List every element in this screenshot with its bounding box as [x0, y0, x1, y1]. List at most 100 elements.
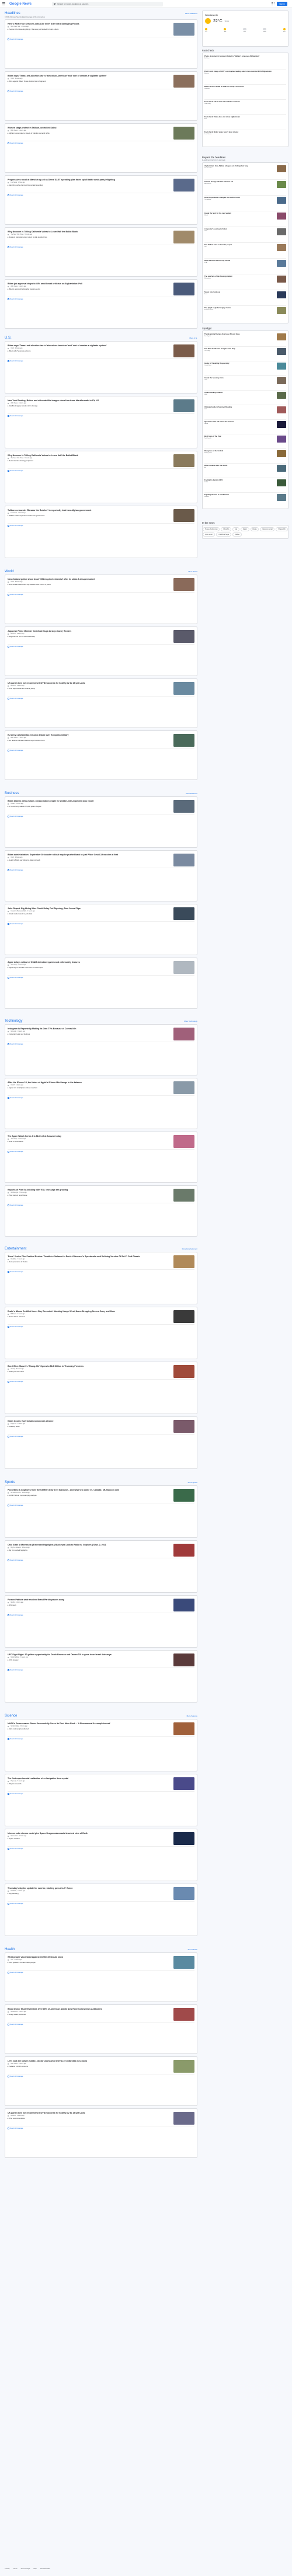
story-headline[interactable]: Biden says 'Texas' anti-abortion law is …: [8, 344, 171, 347]
story-source[interactable]: ABC News · 3 hours ago: [11, 402, 26, 404]
story-thumbnail[interactable]: [173, 734, 194, 747]
story-related[interactable]: ▸ Manchin pushes back on Democratic spen…: [8, 185, 171, 187]
full-coverage-link[interactable]: View Full Coverage: [8, 2024, 194, 2025]
section-note[interactable]: COVID-19 news: See the latest coverage o…: [5, 16, 197, 18]
story-headline[interactable]: Blood Donor Study Estimates Over 80% of …: [8, 2008, 171, 2010]
story-headline[interactable]: UK panel does not recommend COVID vaccin…: [8, 2112, 171, 2114]
story-thumbnail[interactable]: [173, 1081, 194, 1094]
full-coverage-link[interactable]: View Full Coverage: [8, 1903, 194, 1905]
story-headline[interactable]: Box Office: Marvel's 'Shang-Chi' Opens t…: [8, 1365, 171, 1367]
sidebar-story-headline[interactable]: The Pixel 6 will have Google's own chip: [204, 347, 275, 350]
full-coverage-link[interactable]: View Full Coverage: [8, 923, 194, 925]
full-coverage-link[interactable]: View Full Coverage: [8, 1669, 194, 1671]
section-more-link[interactable]: More U.S.: [189, 337, 197, 339]
story-source[interactable]: CNN · 2 hours ago: [11, 78, 22, 79]
section-title[interactable]: Business: [5, 792, 19, 795]
story-related[interactable]: ▸ Newsom campaign urges voters to skip q…: [8, 236, 171, 239]
footer-link[interactable]: Terms: [13, 2568, 18, 2570]
full-coverage-link[interactable]: View Full Coverage: [8, 869, 194, 871]
sidebar-story-thumbnail[interactable]: [277, 228, 286, 235]
story-headline[interactable]: Thursday's skyline update for sunrise, s…: [8, 1887, 171, 1889]
sidebar-story[interactable]: Space race heats up Axios: [204, 290, 286, 306]
story-related[interactable]: ▸ Biden's approval falling after August …: [8, 288, 171, 291]
story-related[interactable]: ▸ Dune premieres in Venice: [8, 1261, 171, 1263]
story-related[interactable]: ▸ U.S. economy added 235,000 jobs in Aug…: [8, 806, 171, 808]
story-thumbnail[interactable]: [173, 1956, 194, 1969]
story-thumbnail[interactable]: [173, 2060, 194, 2073]
sidebar-story-thumbnail[interactable]: [277, 421, 286, 428]
sidebar-story-thumbnail[interactable]: [277, 450, 286, 457]
story-source[interactable]: Fox News · 4 hours ago: [11, 512, 25, 514]
story-source[interactable]: Page Six · 6 hours ago: [11, 1423, 25, 1425]
story-thumbnail[interactable]: [173, 578, 194, 591]
sidebar-story-thumbnail[interactable]: [277, 276, 286, 283]
sidebar-story[interactable]: Inside the hunt for the next variant Wire…: [204, 211, 286, 227]
story-thumbnail[interactable]: [173, 961, 194, 974]
story[interactable]: What people vaccinated against COVID-19 …: [8, 1955, 194, 1971]
story-headline[interactable]: New York Routing, Before and after satel…: [8, 399, 171, 402]
full-coverage-link[interactable]: View Full Coverage: [8, 90, 194, 92]
sidebar-story-headline[interactable]: Guide to Travelling Responsibly: [204, 362, 275, 364]
story-headline[interactable]: The Apple Watch Series 3 is $140 off at …: [8, 1135, 171, 1137]
story[interactable]: After the iPhone 13, the future of Apple…: [8, 1080, 194, 1096]
story-headline[interactable]: Kalen Coons: Kurt Cobain announces divor…: [8, 1420, 171, 1422]
story-source[interactable]: The Verge · 5 hours ago: [11, 964, 26, 966]
full-coverage-link[interactable]: View Full Coverage: [8, 415, 194, 417]
sidebar-story-headline[interactable]: A reporter's journey to Kabul: [204, 228, 275, 230]
story-thumbnail[interactable]: [173, 854, 194, 866]
story-related[interactable]: ▸ Biden calls Texas law extreme: [8, 350, 171, 353]
full-coverage-link[interactable]: View Full Coverage: [8, 39, 194, 40]
story[interactable]: New York Routing, Before and after satel…: [8, 398, 194, 414]
sidebar-story[interactable]: The plight of global supply chains Financ…: [204, 306, 286, 322]
story[interactable]: EU army: Afghanistan mission debate over…: [8, 733, 194, 749]
story[interactable]: Instagram Is Reportedly Making Its Own T…: [8, 1026, 194, 1042]
sidebar-story[interactable]: Fact check: Biden video hasn't been shar…: [204, 130, 286, 145]
story-related[interactable]: ▸ Pixel owners report issue: [8, 1195, 171, 1197]
sidebar-story-headline[interactable]: Photo of women in burqas in Kabul is 'Ta…: [204, 55, 286, 57]
story[interactable]: 'Dune' Venice Film Festival Review: Timo…: [8, 1254, 194, 1270]
full-coverage-link[interactable]: View Full Coverage: [8, 1205, 194, 1206]
story-thumbnail[interactable]: [173, 800, 194, 813]
story-thumbnail[interactable]: [173, 509, 194, 522]
sidebar-story-headline[interactable]: What remains after the floods: [204, 464, 275, 467]
full-coverage-link[interactable]: View Full Coverage: [8, 646, 194, 648]
sidebar-story[interactable]: Understanding inflation NPR: [204, 391, 286, 405]
story-headline[interactable]: New Zealand police shoot dead 'ISIS-insp…: [8, 578, 171, 580]
full-coverage-link[interactable]: View Full Coverage: [8, 750, 194, 751]
full-coverage-link[interactable]: View Full Coverage: [8, 1271, 194, 1273]
story-headline[interactable]: Why Newsom Is Telling California Voters …: [8, 454, 171, 457]
story-thumbnail[interactable]: [173, 1887, 194, 1900]
section-more-link[interactable]: More Science: [187, 1715, 197, 1717]
story-headline[interactable]: Pochettino & negatives from the USMNT dr…: [8, 1489, 171, 1491]
story-source[interactable]: Reuters · 6 hours ago: [11, 2115, 24, 2117]
story-thumbnail[interactable]: [173, 1365, 194, 1378]
story-source[interactable]: Reuters · 5 hours ago: [11, 685, 24, 687]
story-thumbnail[interactable]: [173, 1722, 194, 1735]
sidebar-story[interactable]: Bluegrass at the festival Rolling Stone: [204, 449, 286, 464]
story[interactable]: The first experimental realization of a …: [8, 1776, 194, 1792]
story-headline[interactable]: Let's look the kids in masks', doctor ur…: [8, 2060, 171, 2062]
story[interactable]: Biden blames delta variant, unvaccinated…: [8, 799, 194, 814]
sidebar-story-headline[interactable]: Past Covid: Image of 1977 Los Angeles re…: [204, 70, 286, 72]
sidebar-story-headline[interactable]: Inside the hunt for the next variant: [204, 212, 275, 214]
story-related[interactable]: ▸ Stock market reacts to jobs data: [8, 913, 171, 915]
sidebar-story[interactable]: Questions kids ask about the universe NAS…: [204, 420, 286, 434]
story[interactable]: Former Patriots wide receiver Brand Park…: [8, 1597, 194, 1613]
story[interactable]: NASA's Perseverance Rover Successfully C…: [8, 1721, 194, 1737]
sidebar-story-headline[interactable]: Football is back in 2021: [204, 479, 275, 481]
section-title[interactable]: U.S.: [5, 336, 12, 340]
full-coverage-link[interactable]: View Full Coverage: [8, 1097, 194, 1099]
story-thumbnail[interactable]: [173, 454, 194, 467]
topic-chip[interactable]: Newsom recall: [260, 527, 275, 531]
sidebar-story-headline[interactable]: Bluegrass at the festival: [204, 450, 275, 452]
story-headline[interactable]: Here's What Your Service Looks Like in N…: [8, 23, 171, 25]
story-related[interactable]: ▸ Health officials say Moderna data not …: [8, 859, 171, 862]
story-thumbnail[interactable]: [173, 179, 194, 192]
story-thumbnail[interactable]: [173, 1777, 194, 1790]
story-source[interactable]: Deadline · 3 hours ago: [11, 1258, 25, 1260]
footer-link[interactable]: Privacy: [5, 2568, 10, 2570]
story[interactable]: Biden says 'Texas' anti-abortion law is …: [8, 343, 194, 359]
sidebar-story[interactable]: The Taliban have to feed the people Vox: [204, 243, 286, 259]
full-coverage-link[interactable]: View Full Coverage: [8, 360, 194, 362]
sidebar-story-headline[interactable]: How the pandemic changed the world of wo…: [204, 196, 275, 199]
